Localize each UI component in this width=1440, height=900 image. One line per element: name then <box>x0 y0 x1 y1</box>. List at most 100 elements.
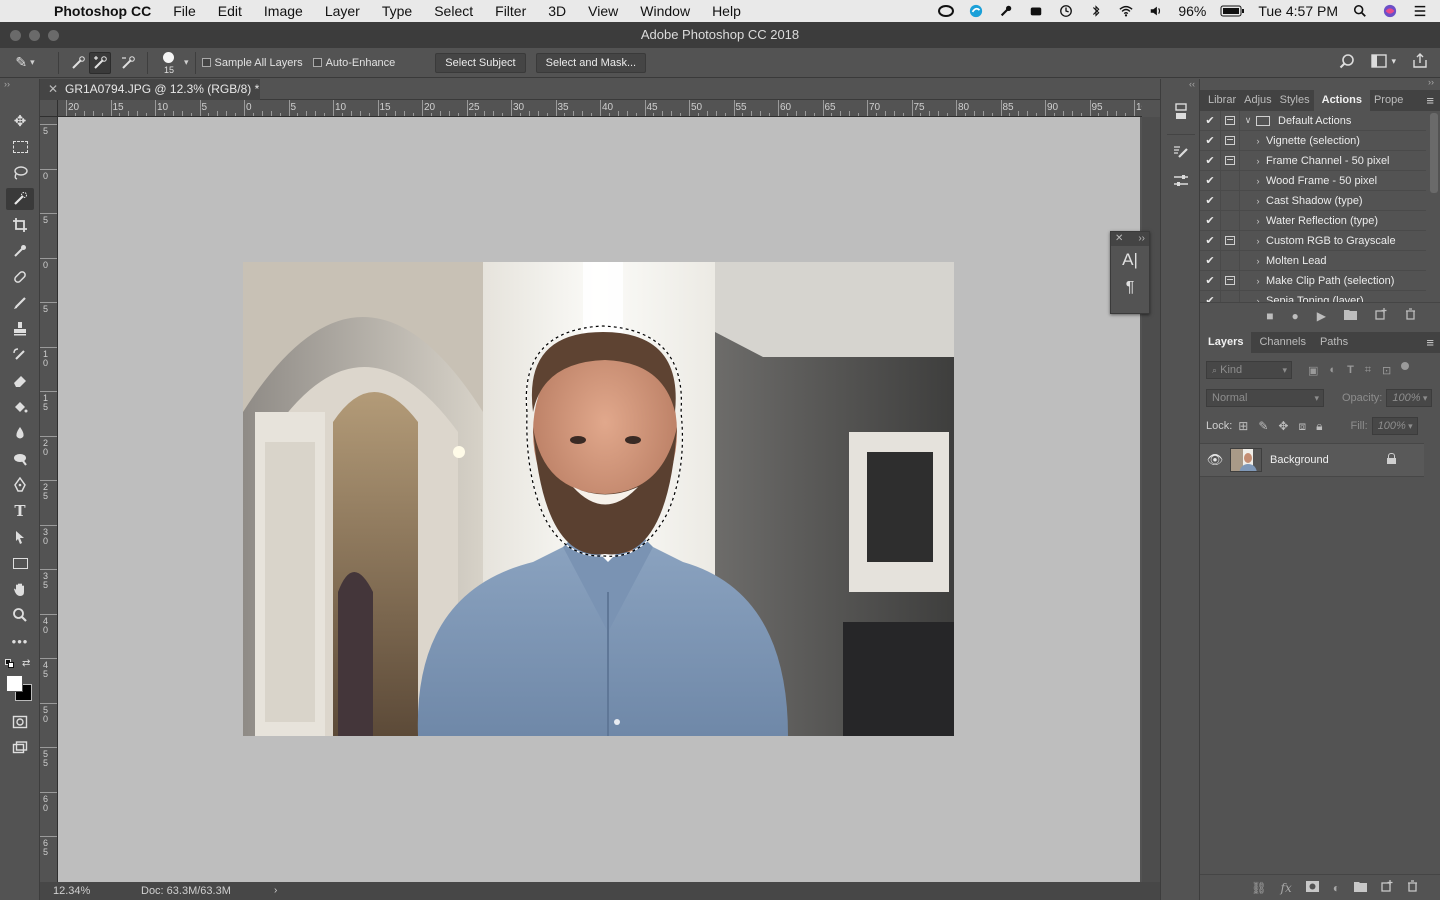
dialog-toggle[interactable] <box>1220 290 1240 302</box>
dodge-tool-icon[interactable] <box>6 448 34 470</box>
minimize-window-button[interactable] <box>29 30 40 41</box>
action-row[interactable]: ✔ › Make Clip Path (selection) <box>1200 270 1426 291</box>
toggle-check-icon[interactable]: ✔ <box>1200 294 1220 302</box>
collapse-panels-icon[interactable]: ›› <box>1428 77 1434 87</box>
filter-smart-objects-icon[interactable]: ⊡ <box>1382 364 1391 377</box>
wifi-icon[interactable] <box>1118 4 1134 18</box>
dialog-toggle[interactable] <box>1220 230 1240 251</box>
expand-action-chevron-icon[interactable]: › <box>1250 176 1266 186</box>
hand-tool-icon[interactable] <box>6 578 34 600</box>
quick-selection-tool-icon[interactable] <box>6 188 34 210</box>
vertical-ruler[interactable]: 5 0 5 0 5 1 0 1 5 2 0 2 5 3 0 3 5 4 0 4 5 5 0 5 5 6 0 6 … <box>40 117 58 882</box>
new-layer-icon[interactable] <box>1381 880 1393 895</box>
dialog-toggle[interactable] <box>1220 170 1240 191</box>
wrench-icon[interactable] <box>998 4 1014 18</box>
delete-action-trash-icon[interactable] <box>1405 308 1416 323</box>
adjustments-properties-panel-icon[interactable] <box>1169 173 1193 195</box>
volume-icon[interactable] <box>1148 4 1164 18</box>
fill-input[interactable]: 100% ▾ <box>1371 417 1418 435</box>
document-tab[interactable]: ✕ GR1A0794.JPG @ 12.3% (RGB/8) * <box>40 79 260 100</box>
tab-paths[interactable]: Paths <box>1314 332 1354 353</box>
auto-enhance-checkbox[interactable]: Auto-Enhance <box>312 57 395 69</box>
toggle-check-icon[interactable]: ✔ <box>1200 174 1220 187</box>
brush-size-picker[interactable]: 15 <box>156 50 182 76</box>
menu-layer[interactable]: Layer <box>314 3 371 19</box>
tab-layers[interactable]: Layers <box>1200 332 1252 353</box>
workspace-switcher[interactable]: ▾ <box>1371 54 1396 68</box>
new-set-folder-icon[interactable] <box>1344 309 1357 323</box>
lock-transparent-pixels-icon[interactable]: ⊞ <box>1238 419 1248 434</box>
search-icon[interactable] <box>1339 53 1355 69</box>
close-window-button[interactable] <box>10 30 21 41</box>
sync-icon[interactable] <box>968 4 984 18</box>
action-row[interactable]: ✔ › Vignette (selection) <box>1200 130 1426 151</box>
quick-mask-icon[interactable] <box>6 711 34 733</box>
tab-channels[interactable]: Channels <box>1251 332 1313 353</box>
menu-file[interactable]: File <box>162 3 207 19</box>
eyedropper-tool-icon[interactable] <box>6 240 34 262</box>
paragraph-panel-icon[interactable]: ¶ <box>1111 274 1149 302</box>
add-mask-icon[interactable] <box>1305 880 1319 895</box>
menu-select[interactable]: Select <box>423 3 484 19</box>
ruler-origin[interactable] <box>40 100 58 117</box>
layer-style-fx-icon[interactable]: fx <box>1281 881 1292 895</box>
share-icon[interactable] <box>1412 53 1428 69</box>
new-group-folder-icon[interactable] <box>1354 881 1367 895</box>
menu-filter[interactable]: Filter <box>484 3 537 19</box>
zoom-tool-icon[interactable] <box>6 604 34 626</box>
dialog-toggle[interactable] <box>1220 150 1240 171</box>
action-row[interactable]: ✔ › Cast Shadow (type) <box>1200 190 1426 211</box>
toggle-check-icon[interactable]: ✔ <box>1200 214 1220 227</box>
notification-center-icon[interactable] <box>1412 4 1428 18</box>
link-layers-icon[interactable]: ⛓︎ <box>1251 881 1266 895</box>
record-icon[interactable]: ● <box>1292 309 1299 323</box>
filter-pixel-layers-icon[interactable]: ▣ <box>1308 364 1318 377</box>
zoom-level[interactable]: 12.34% <box>53 882 90 900</box>
brush-settings-panel-icon[interactable] <box>1169 144 1193 166</box>
action-row[interactable]: ✔ › Water Reflection (type) <box>1200 210 1426 231</box>
collapse-toolbar-icon[interactable]: ›› <box>4 79 10 89</box>
menu-type[interactable]: Type <box>371 3 423 19</box>
lasso-tool-icon[interactable] <box>6 162 34 184</box>
filter-shape-layers-icon[interactable]: ⌗ <box>1365 364 1371 377</box>
healing-brush-tool-icon[interactable] <box>6 266 34 288</box>
bluetooth-icon[interactable] <box>1088 4 1104 18</box>
more-tools-icon[interactable]: ••• <box>6 630 34 652</box>
blend-mode-select[interactable]: Normal ▾ <box>1206 389 1324 407</box>
expand-action-chevron-icon[interactable]: › <box>1250 216 1266 226</box>
tab-actions[interactable]: Actions <box>1313 90 1370 111</box>
add-to-selection-brush-button[interactable] <box>89 51 111 74</box>
toggle-check-icon[interactable]: ✔ <box>1200 194 1220 207</box>
menu-edit[interactable]: Edit <box>207 3 253 19</box>
expand-action-chevron-icon[interactable]: › <box>1250 296 1266 303</box>
eraser-tool-icon[interactable] <box>6 370 34 392</box>
tool-preset-picker[interactable]: ✎ ▾ <box>0 54 50 71</box>
expand-action-chevron-icon[interactable]: › <box>1250 256 1266 266</box>
menu-view[interactable]: View <box>577 3 629 19</box>
drive-icon[interactable] <box>1028 4 1044 18</box>
actions-scrollbar[interactable] <box>1430 113 1438 193</box>
lock-image-pixels-icon[interactable]: ✎ <box>1258 419 1268 434</box>
clone-stamp-tool-icon[interactable] <box>6 318 34 340</box>
delete-layer-trash-icon[interactable] <box>1407 880 1418 895</box>
rectangle-tool-icon[interactable] <box>6 552 34 574</box>
checkbox-box[interactable] <box>312 58 322 67</box>
action-row[interactable]: ✔ › Custom RGB to Grayscale <box>1200 230 1426 251</box>
filter-adjustment-layers-icon[interactable]: ◐ <box>1329 364 1336 377</box>
action-row[interactable]: ✔ › Frame Channel - 50 pixel <box>1200 150 1426 171</box>
opacity-input[interactable]: 100% ▾ <box>1386 389 1433 407</box>
tab-styles[interactable]: Styles <box>1276 90 1314 111</box>
action-set-row[interactable]: ✔ ∨ Default Actions <box>1200 111 1426 131</box>
toggle-check-icon[interactable]: ✔ <box>1200 254 1220 267</box>
dialog-toggle[interactable] <box>1220 210 1240 231</box>
type-tool-icon[interactable]: T <box>6 500 34 522</box>
blur-tool-icon[interactable] <box>6 422 34 444</box>
layer-name[interactable]: Background <box>1270 454 1329 466</box>
brush-tool-icon[interactable] <box>6 292 34 314</box>
marquee-tool-icon[interactable] <box>6 136 34 158</box>
paint-bucket-tool-icon[interactable] <box>6 396 34 418</box>
menu-help[interactable]: Help <box>701 3 752 19</box>
checkbox-box[interactable] <box>201 58 211 67</box>
chevron-down-icon[interactable]: ▾ <box>184 57 189 68</box>
path-selection-tool-icon[interactable] <box>6 526 34 548</box>
